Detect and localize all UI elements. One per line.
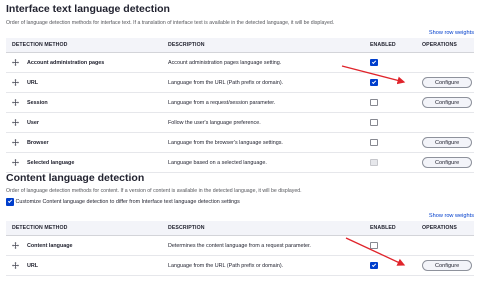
enabled-cell <box>364 255 416 276</box>
enabled-cell <box>364 132 416 153</box>
drag-handle-icon[interactable] <box>12 119 19 126</box>
enabled-checkbox[interactable] <box>370 118 378 127</box>
enabled-cell <box>364 52 416 73</box>
operations-cell: Configure <box>416 132 474 153</box>
enabled-cell <box>364 92 416 113</box>
detection-method-cell: Account administration pages <box>6 52 162 73</box>
detection-method-name: Content language <box>27 242 73 249</box>
drag-handle-icon[interactable] <box>12 262 19 269</box>
header-operations: OPERATIONS <box>416 38 474 53</box>
interface-section-title: Interface text language detection <box>6 3 170 15</box>
table-row: Selected language Language based on a sel… <box>6 152 474 173</box>
table-row: Account administration pages Account admi… <box>6 52 474 73</box>
detection-method-name: URL <box>27 79 39 86</box>
detection-method-cell: Content language <box>6 235 162 256</box>
operations-cell <box>416 112 474 133</box>
enabled-cell <box>364 72 416 93</box>
enabled-checkbox[interactable] <box>370 261 378 270</box>
enabled-cell <box>364 152 416 173</box>
content-section-description: Order of language detection methods for … <box>6 188 302 194</box>
description-cell: Language from the URL (Path prefix or do… <box>162 72 364 93</box>
detection-method-cell: Browser <box>6 132 162 153</box>
drag-handle-icon[interactable] <box>12 99 19 106</box>
detection-method-cell: User <box>6 112 162 133</box>
detection-method-cell: Session <box>6 92 162 113</box>
header-detection-method: DETECTION METHOD <box>6 221 162 236</box>
header-enabled: ENABLED <box>364 38 416 53</box>
operations-cell: Configure <box>416 72 474 93</box>
operations-cell <box>416 235 474 256</box>
drag-handle-icon[interactable] <box>12 139 19 146</box>
enabled-checkbox[interactable] <box>370 78 378 87</box>
enabled-checkbox <box>370 158 378 167</box>
content-show-row-weights-link[interactable]: Show row weights <box>429 213 474 219</box>
enabled-checkbox[interactable] <box>370 138 378 147</box>
description-cell: Language based on a selected language. <box>162 152 364 173</box>
interface-detection-table: DETECTION METHOD DESCRIPTION ENABLED OPE… <box>6 38 474 173</box>
configure-button[interactable]: Configure <box>422 137 473 148</box>
operations-cell: Configure <box>416 255 474 276</box>
description-cell: Language from the URL (Path prefix or do… <box>162 255 364 276</box>
operations-cell <box>416 52 474 73</box>
header-operations: OPERATIONS <box>416 221 474 236</box>
description-cell: Language from a request/session paramete… <box>162 92 364 113</box>
header-description: DESCRIPTION <box>162 38 364 53</box>
detection-method-cell: URL <box>6 72 162 93</box>
enabled-checkbox[interactable] <box>370 98 378 107</box>
enabled-cell <box>364 112 416 133</box>
enabled-checkbox[interactable] <box>370 58 378 67</box>
table-header-row: DETECTION METHOD DESCRIPTION ENABLED OPE… <box>6 38 474 53</box>
configure-button[interactable]: Configure <box>422 97 473 108</box>
description-cell: Determines the content language from a r… <box>162 235 364 256</box>
drag-handle-icon[interactable] <box>12 79 19 86</box>
customize-content-detection[interactable]: Customize Content language detection to … <box>6 198 240 206</box>
enabled-checkbox[interactable] <box>370 241 378 250</box>
header-description: DESCRIPTION <box>162 221 364 236</box>
description-cell: Account administration pages language se… <box>162 52 364 73</box>
table-row: User Follow the user's language preferenc… <box>6 112 474 133</box>
drag-handle-icon[interactable] <box>12 159 19 166</box>
operations-cell: Configure <box>416 152 474 173</box>
detection-method-name: Selected language <box>27 159 75 166</box>
table-row: Content language Determines the content l… <box>6 235 474 256</box>
configure-button[interactable]: Configure <box>422 260 473 271</box>
detection-method-name: Session <box>27 99 48 106</box>
content-detection-table: DETECTION METHOD DESCRIPTION ENABLED OPE… <box>6 221 474 276</box>
enabled-cell <box>364 235 416 256</box>
operations-cell: Configure <box>416 92 474 113</box>
header-enabled: ENABLED <box>364 221 416 236</box>
table-row: Browser Language from the browser's langu… <box>6 132 474 153</box>
configure-button[interactable]: Configure <box>422 157 473 168</box>
detection-method-cell: URL <box>6 255 162 276</box>
header-detection-method: DETECTION METHOD <box>6 38 162 53</box>
drag-handle-icon[interactable] <box>12 59 19 66</box>
detection-method-name: Browser <box>27 139 49 146</box>
detection-method-name: URL <box>27 262 39 269</box>
table-row: URL Language from the URL (Path prefix or… <box>6 72 474 93</box>
customize-label: Customize Content language detection to … <box>15 199 240 206</box>
drag-handle-icon[interactable] <box>12 242 19 249</box>
interface-section-description: Order of language detection methods for … <box>6 20 335 26</box>
detection-method-cell: Selected language <box>6 152 162 173</box>
configure-button[interactable]: Configure <box>422 77 473 88</box>
detection-method-name: Account administration pages <box>27 59 105 66</box>
detection-method-name: User <box>27 119 39 126</box>
table-row: URL Language from the URL (Path prefix or… <box>6 255 474 276</box>
table-row: Session Language from a request/session p… <box>6 92 474 113</box>
description-cell: Follow the user's language preference. <box>162 112 364 133</box>
table-header-row: DETECTION METHOD DESCRIPTION ENABLED OPE… <box>6 221 474 236</box>
customize-checkbox[interactable] <box>6 198 14 206</box>
content-section-title: Content language detection <box>6 172 145 184</box>
description-cell: Language from the browser's language set… <box>162 132 364 153</box>
interface-show-row-weights-link[interactable]: Show row weights <box>429 30 474 36</box>
